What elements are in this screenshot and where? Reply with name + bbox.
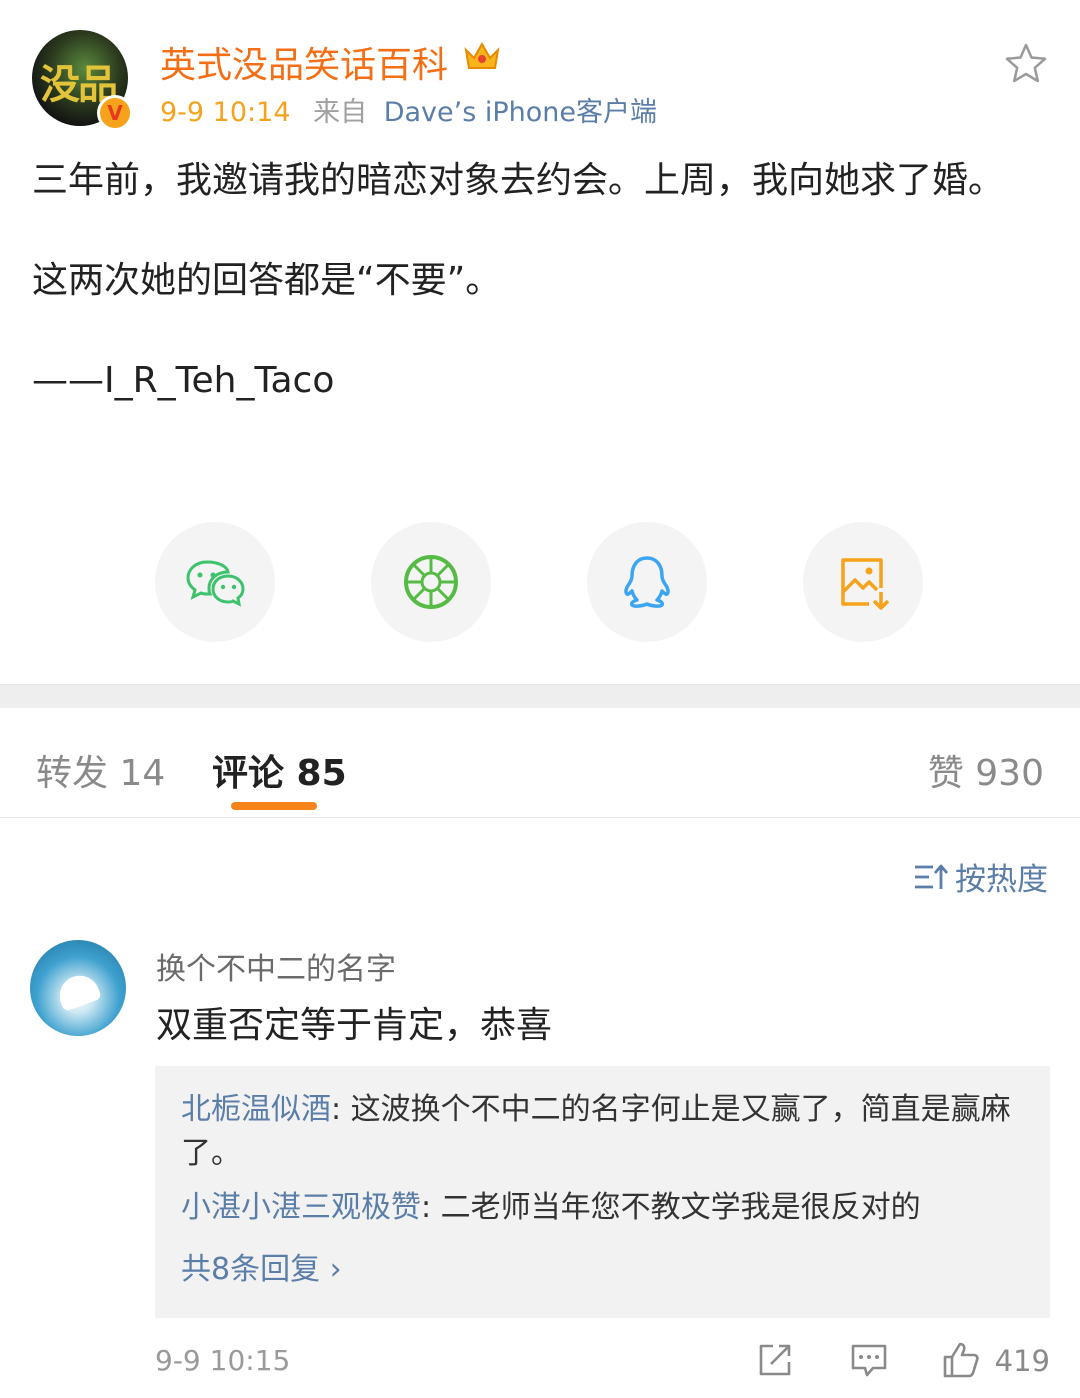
commenter-name[interactable]: 换个不中二的名字 [156,944,396,988]
comment-like-button[interactable] [941,1340,981,1380]
comment-share-button[interactable] [755,1340,795,1380]
tab-likes[interactable]: 赞 930 [928,744,1044,796]
reply-item: 北栀温似酒: 这波换个不中二的名字何止是又赢了，简直是赢麻了。 [181,1088,1024,1176]
reply-author[interactable]: 北栀温似酒 [181,1092,331,1127]
commenter-avatar[interactable] [30,940,126,1036]
share-wechat-button[interactable] [155,522,275,642]
tab-comments[interactable]: 评论 85 [212,744,347,796]
source-prefix: 来自 [313,97,368,128]
comment-reply-button[interactable] [849,1340,889,1380]
share-bar [0,522,1080,644]
share-save-image-button[interactable] [803,522,923,642]
post-source[interactable]: Dave’s iPhone客户端 [384,97,657,128]
author-name[interactable]: 英式没品笑话百科 [160,36,448,88]
comment-text: 双重否定等于肯定，恭喜 [156,1005,553,1046]
reply-item: 小湛小湛三观极赞: 二老师当年您不教文学我是很反对的 [181,1186,1024,1230]
more-replies-link[interactable]: 共8条回复 › [181,1244,1024,1288]
comment-icon [851,1344,887,1377]
post-card: 没品 V 英式没品笑话百科 9-9 10:14 来自 Dave’s iPhone… [0,0,1080,684]
post-text-line: 这两次她的回答都是“不要”。 [32,260,502,301]
reply-preview-box[interactable]: 北栀温似酒: 这波换个不中二的名字何止是又赢了，简直是赢麻了。 小湛小湛三观极赞… [155,1066,1050,1318]
share-icon [759,1344,791,1376]
detail-tabs: 转发 14 评论 85 赞 930 [0,708,1080,818]
share-moments-button[interactable] [371,522,491,642]
sort-icon [915,864,949,889]
star-icon[interactable] [1004,42,1048,84]
active-tab-indicator [231,802,317,810]
reply-text: 二老师当年您不教文学我是很反对的 [440,1190,921,1225]
post-body: 三年前，我邀请我的暗恋对象去约会。上周，我向她求了婚。 这两次她的回答都是“不要… [32,156,1048,406]
post-text-line: 三年前，我邀请我的暗恋对象去约会。上周，我向她求了婚。 [32,160,1005,201]
wechat-icon [186,560,245,607]
verified-badge: V [97,95,133,131]
save-image-icon [841,558,890,610]
thumbs-up-icon [943,1342,979,1378]
section-divider [0,684,1080,708]
crown-icon [464,41,500,69]
comment-time: 9-9 10:15 [155,1344,291,1377]
comment-footer: 9-9 10:15 419 [155,1342,1050,1384]
sort-button[interactable]: 按热度 [913,854,1048,899]
post-time: 9-9 10:14 [160,97,291,128]
reply-separator: : [331,1092,351,1127]
post-meta: 9-9 10:14 来自 Dave’s iPhone客户端 [160,90,657,129]
qq-icon [624,556,670,608]
tab-repost[interactable]: 转发 14 [36,744,165,796]
comment-like-count: 419 [994,1344,1050,1378]
reply-separator: : [421,1190,441,1225]
sort-label: 按热度 [955,862,1048,898]
moments-icon [404,555,458,609]
avatar-figure [54,970,102,1012]
post-text-line: ——I_R_Teh_Taco [32,360,335,401]
reply-author[interactable]: 小湛小湛三观极赞 [181,1190,421,1225]
share-qq-button[interactable] [587,522,707,642]
